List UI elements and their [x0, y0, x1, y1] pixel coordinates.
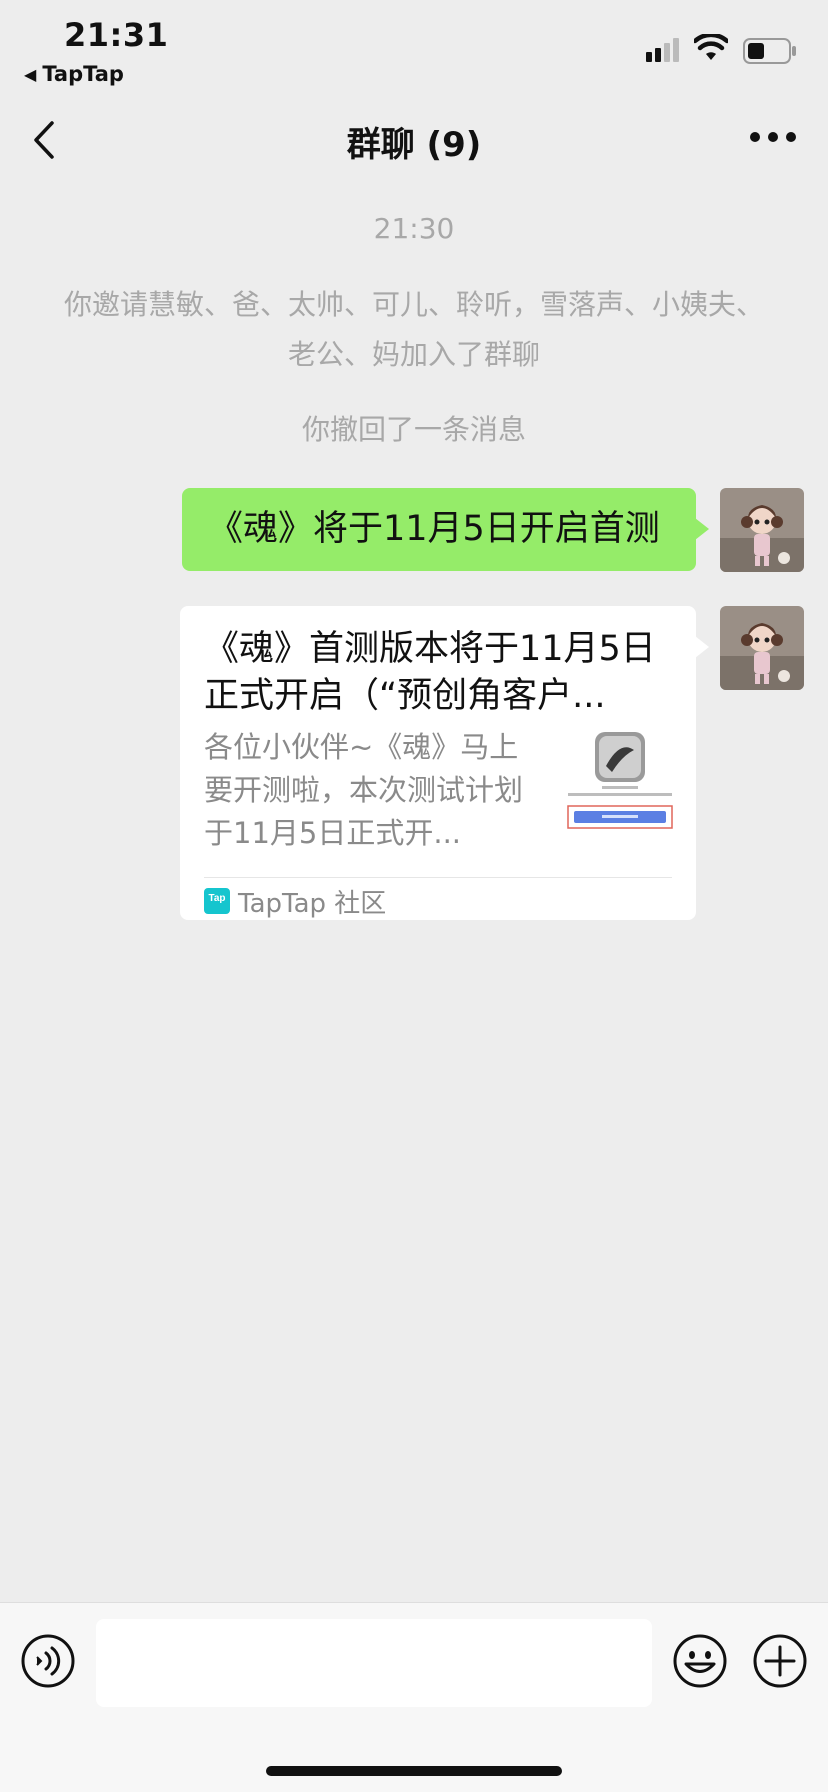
- avatar[interactable]: [720, 606, 804, 690]
- card-description: 各位小伙伴~《魂》马上要开测啦，本次测试计划于11月5日正式开...: [204, 730, 524, 850]
- signal-icon: [646, 38, 679, 62]
- message-input[interactable]: [96, 1619, 652, 1707]
- invite-notice: 你邀请慧敏、爸、太帅、可儿、聆听，雪落声、小姨夫、老公、妈加入了群聊: [63, 288, 764, 371]
- status-time: 21:31: [64, 16, 169, 54]
- input-bar: [0, 1602, 828, 1792]
- chat-timestamp: 21:30: [373, 212, 455, 245]
- home-indicator[interactable]: [266, 1766, 562, 1776]
- voice-icon[interactable]: [20, 1633, 76, 1689]
- doll-avatar-image: [720, 606, 804, 690]
- recall-notice: 你撤回了一条消息: [301, 413, 526, 446]
- back-app-label: TapTap: [42, 62, 124, 86]
- shared-link-card[interactable]: 《魂》首测版本将于11月5日正式开启（“预创角客户... 各位小伙伴~《魂》马上…: [180, 606, 709, 920]
- card-divider: [204, 877, 672, 878]
- taptap-logo-icon: Tap: [204, 888, 230, 914]
- more-dots-icon[interactable]: [748, 125, 798, 149]
- card-source: Tap TapTap 社区: [204, 884, 387, 919]
- card-source-label: TapTap 社区: [238, 888, 387, 919]
- status-bar: 21:31 ◀ TapTap: [0, 0, 828, 95]
- battery-icon: [743, 38, 796, 64]
- chat-title: 群聊 (9): [346, 125, 482, 165]
- sent-message-bubble[interactable]: 《魂》将于11月5日开启首测: [182, 488, 709, 571]
- card-thumbnail-image: [562, 726, 678, 842]
- nav-bar: 群聊 (9): [0, 95, 828, 185]
- card-title: 《魂》首测版本将于11月5日正式开启（“预创角客户...: [204, 629, 656, 716]
- back-triangle-icon: ◀: [24, 64, 37, 84]
- status-icons: [628, 34, 828, 68]
- plus-icon[interactable]: [752, 1633, 808, 1689]
- emoji-icon[interactable]: [672, 1633, 728, 1689]
- avatar[interactable]: [720, 488, 804, 572]
- doll-avatar-image: [720, 488, 804, 572]
- back-to-app-link[interactable]: ◀ TapTap: [24, 62, 124, 86]
- wifi-icon: [694, 34, 728, 60]
